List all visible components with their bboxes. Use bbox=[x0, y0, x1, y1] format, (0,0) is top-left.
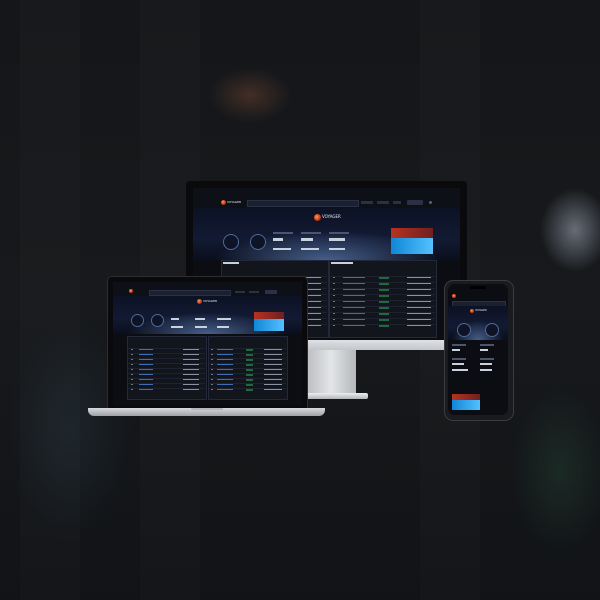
stats-area bbox=[171, 314, 241, 330]
panel-title bbox=[223, 262, 239, 264]
nav-item[interactable] bbox=[249, 291, 259, 293]
voyager-logo-icon bbox=[221, 200, 226, 205]
phone-screen: VOYAGER bbox=[448, 284, 508, 415]
gauge-widget bbox=[250, 234, 266, 250]
connect-button[interactable] bbox=[407, 200, 423, 205]
nav-item[interactable] bbox=[393, 201, 401, 204]
nav-item[interactable] bbox=[361, 201, 373, 204]
transactions-table bbox=[329, 272, 435, 334]
laptop-screen: VOYAGER bbox=[113, 282, 302, 405]
stats-area bbox=[273, 232, 373, 254]
gauge-widget bbox=[131, 314, 144, 327]
backdrop-stripe bbox=[20, 0, 80, 600]
voyager-logo-icon bbox=[197, 299, 202, 304]
hero-brand-name: VOYAGER bbox=[203, 299, 218, 303]
hero-brand-name: VOYAGER bbox=[475, 309, 487, 312]
promo-banner[interactable] bbox=[391, 228, 433, 238]
panel-title bbox=[331, 262, 353, 264]
gauge-widget bbox=[223, 234, 239, 250]
blocks-table bbox=[127, 344, 205, 396]
stats-area bbox=[452, 342, 504, 374]
nav-item[interactable] bbox=[235, 291, 245, 293]
gauge-widget bbox=[485, 323, 499, 337]
phone-notch bbox=[470, 286, 486, 289]
promo-banner[interactable] bbox=[452, 400, 480, 410]
voyager-logo-icon bbox=[314, 214, 321, 221]
gear-icon[interactable] bbox=[429, 201, 432, 204]
voyager-logo-icon bbox=[452, 294, 456, 298]
gauge-widget bbox=[457, 323, 471, 337]
brand-name: VOYAGER bbox=[227, 200, 242, 204]
promo-banner[interactable] bbox=[254, 319, 284, 331]
voyager-logo-icon bbox=[470, 309, 474, 313]
hero-brand-name: VOYAGER bbox=[322, 214, 341, 219]
search-input[interactable] bbox=[247, 200, 359, 207]
nav-item[interactable] bbox=[377, 201, 389, 204]
promo-banner[interactable] bbox=[254, 312, 284, 319]
voyager-logo-icon bbox=[129, 289, 133, 293]
gauge-widget bbox=[151, 314, 164, 327]
promo-banner[interactable] bbox=[391, 238, 433, 254]
connect-button[interactable] bbox=[265, 290, 277, 294]
laptop-notch bbox=[191, 408, 223, 410]
transactions-table bbox=[208, 344, 286, 396]
desktop-stand-neck bbox=[306, 350, 356, 395]
